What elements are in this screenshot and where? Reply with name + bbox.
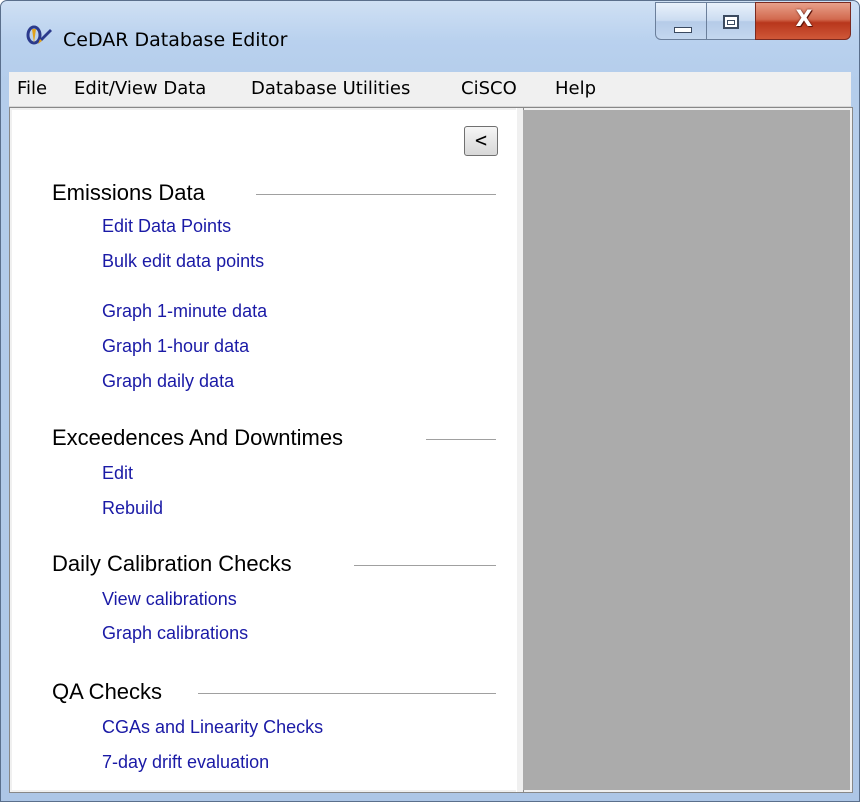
- task-panel: < Emissions Data Edit Data Points Bulk e…: [12, 110, 517, 790]
- menu-cisco[interactable]: CiSCO: [461, 78, 517, 100]
- maximize-icon: [723, 15, 739, 29]
- menu-bar: File Edit/View Data Database Utilities C…: [9, 72, 851, 107]
- section-divider: [354, 565, 496, 566]
- minimize-icon: [674, 27, 692, 33]
- link-graph-1-hour-data[interactable]: Graph 1-hour data: [102, 335, 249, 357]
- content-area: [523, 110, 850, 790]
- minimize-button[interactable]: [655, 2, 707, 40]
- close-button[interactable]: X: [755, 2, 851, 40]
- link-cgas-linearity-checks[interactable]: CGAs and Linearity Checks: [102, 716, 323, 738]
- window-title: CeDAR Database Editor: [63, 29, 288, 51]
- link-view-calibrations[interactable]: View calibrations: [102, 588, 237, 610]
- link-7-day-drift-evaluation[interactable]: 7-day drift evaluation: [102, 751, 269, 773]
- menu-help[interactable]: Help: [555, 78, 596, 100]
- caption-buttons: X: [655, 2, 851, 42]
- title-bar[interactable]: CeDAR Database Editor X: [1, 1, 859, 51]
- close-icon: X: [795, 7, 813, 32]
- cedar-app-icon: [26, 25, 52, 45]
- link-rebuild[interactable]: Rebuild: [102, 497, 163, 519]
- section-divider: [256, 194, 496, 195]
- menu-database-utilities[interactable]: Database Utilities: [251, 78, 410, 100]
- section-daily-calibration-title: Daily Calibration Checks: [52, 551, 292, 576]
- link-edit[interactable]: Edit: [102, 462, 133, 484]
- maximize-button[interactable]: [706, 2, 756, 40]
- link-graph-calibrations[interactable]: Graph calibrations: [102, 622, 248, 644]
- section-emissions-data-title: Emissions Data: [52, 180, 205, 205]
- section-exceedences-title: Exceedences And Downtimes: [52, 425, 344, 450]
- menu-file[interactable]: File: [17, 78, 47, 100]
- section-divider: [426, 439, 496, 440]
- link-edit-data-points[interactable]: Edit Data Points: [102, 215, 231, 237]
- section-qa-checks-title: QA Checks: [52, 679, 163, 704]
- menu-edit-view-data[interactable]: Edit/View Data: [74, 78, 206, 100]
- section-divider: [198, 693, 496, 694]
- link-bulk-edit-data-points[interactable]: Bulk edit data points: [102, 250, 264, 272]
- collapse-panel-button[interactable]: <: [464, 126, 498, 156]
- app-window: CeDAR Database Editor X File Edit/View D…: [0, 0, 860, 802]
- link-graph-1-minute-data[interactable]: Graph 1-minute data: [102, 300, 267, 322]
- client-area: < Emissions Data Edit Data Points Bulk e…: [9, 107, 853, 793]
- link-graph-daily-data[interactable]: Graph daily data: [102, 370, 234, 392]
